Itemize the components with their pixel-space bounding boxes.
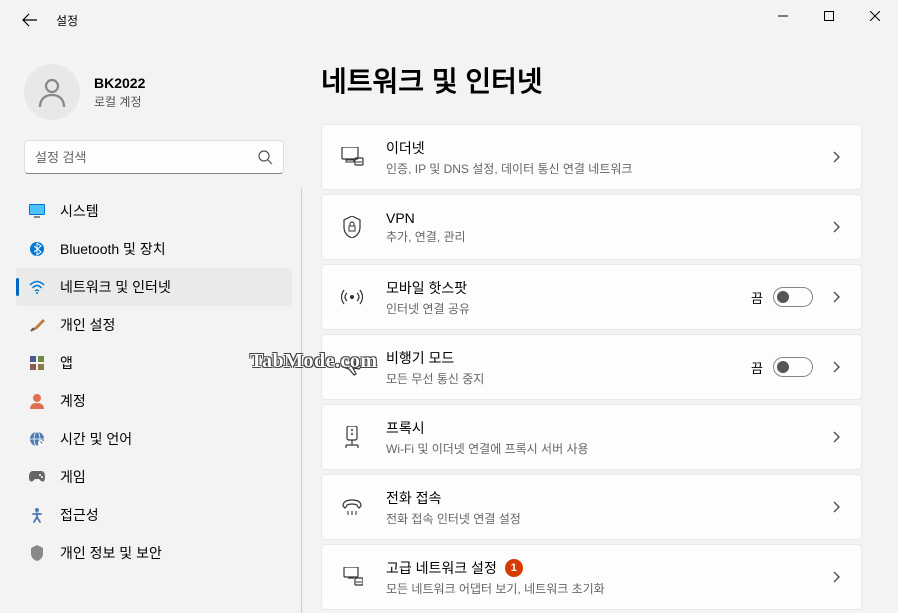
proxy-icon	[340, 425, 364, 449]
card-sub: 전화 접속 인터넷 연결 설정	[386, 510, 829, 527]
shield-icon	[28, 544, 46, 562]
toggle-state-label: 끔	[751, 358, 763, 377]
nav-label: 시스템	[60, 201, 99, 221]
nav-label: 개인 정보 및 보안	[60, 543, 162, 563]
advanced-network-icon	[340, 565, 364, 589]
profile-sub: 로컬 계정	[94, 93, 145, 110]
nav-item-system[interactable]: 시스템	[16, 192, 292, 230]
card-title: 고급 네트워크 설정 1	[386, 558, 829, 578]
card-vpn[interactable]: VPN 추가, 연결, 관리	[321, 194, 862, 260]
nav-label: 시간 및 언어	[60, 429, 132, 449]
maximize-button[interactable]	[806, 0, 852, 32]
nav-label: Bluetooth 및 장치	[60, 239, 166, 259]
wifi-icon	[28, 278, 46, 296]
card-sub: 모든 네트워크 어댑터 보기, 네트워크 초기화	[386, 580, 829, 597]
card-hotspot[interactable]: 모바일 핫스팟 인터넷 연결 공유 끔	[321, 264, 862, 330]
badge: 1	[505, 559, 523, 577]
nav: 시스템 Bluetooth 및 장치 네트워크 및 인터넷 개인 설정 앱 계정	[8, 192, 300, 572]
person-icon	[34, 74, 70, 110]
nav-item-privacy[interactable]: 개인 정보 및 보안	[16, 534, 292, 572]
gamepad-icon	[28, 468, 46, 486]
chevron-right-icon	[829, 150, 843, 164]
card-airplane[interactable]: 비행기 모드 모든 무선 통신 중지 끔	[321, 334, 862, 400]
card-dialup[interactable]: 전화 접속 전화 접속 인터넷 연결 설정	[321, 474, 862, 540]
search-input[interactable]	[35, 150, 257, 165]
nav-item-apps[interactable]: 앱	[16, 344, 292, 382]
chevron-right-icon	[829, 430, 843, 444]
chevron-right-icon	[829, 500, 843, 514]
minimize-button[interactable]	[760, 0, 806, 32]
titlebar: 설정	[0, 0, 898, 40]
card-title: 모바일 핫스팟	[386, 278, 751, 298]
maximize-icon	[824, 11, 834, 21]
chevron-right-icon	[829, 220, 843, 234]
nav-item-time-language[interactable]: 시간 및 언어	[16, 420, 292, 458]
search-icon	[257, 149, 273, 165]
back-button[interactable]	[12, 2, 48, 38]
airplane-toggle[interactable]	[773, 357, 813, 377]
card-ethernet[interactable]: 이더넷 인증, IP 및 DNS 설정, 데이터 통신 연결 네트워크	[321, 124, 862, 190]
minimize-icon	[778, 11, 788, 21]
bluetooth-icon	[28, 240, 46, 258]
nav-label: 게임	[60, 467, 86, 487]
phone-icon	[340, 495, 364, 519]
toggle-state-label: 끔	[751, 288, 763, 307]
vpn-shield-icon	[340, 215, 364, 239]
avatar	[24, 64, 80, 120]
card-title: 전화 접속	[386, 488, 829, 508]
profile-section[interactable]: BK2022 로컬 계정	[8, 48, 300, 140]
chevron-right-icon	[829, 360, 843, 374]
card-proxy[interactable]: 프록시 Wi-Fi 및 이더넷 연결에 프록시 서버 사용	[321, 404, 862, 470]
account-icon	[28, 392, 46, 410]
card-title: VPN	[386, 210, 829, 226]
chevron-right-icon	[829, 570, 843, 584]
accessibility-icon	[28, 506, 46, 524]
brush-icon	[28, 316, 46, 334]
window-controls	[760, 0, 898, 32]
main-content: 네트워크 및 인터넷 이더넷 인증, IP 및 DNS 설정, 데이터 통신 연…	[300, 40, 898, 613]
card-sub: 인증, IP 및 DNS 설정, 데이터 통신 연결 네트워크	[386, 160, 829, 177]
monitor-icon	[28, 202, 46, 220]
profile-name: BK2022	[94, 75, 145, 91]
app-title: 설정	[56, 12, 78, 29]
card-title: 프록시	[386, 418, 829, 438]
nav-label: 계정	[60, 391, 86, 411]
chevron-right-icon	[829, 290, 843, 304]
nav-item-accounts[interactable]: 계정	[16, 382, 292, 420]
close-icon	[870, 11, 880, 21]
card-title: 비행기 모드	[386, 348, 751, 368]
nav-item-gaming[interactable]: 게임	[16, 458, 292, 496]
nav-item-network[interactable]: 네트워크 및 인터넷	[16, 268, 292, 306]
page-title: 네트워크 및 인터넷	[321, 60, 862, 100]
card-sub: 추가, 연결, 관리	[386, 228, 829, 245]
ethernet-icon	[340, 145, 364, 169]
nav-label: 접근성	[60, 505, 99, 525]
card-sub: 인터넷 연결 공유	[386, 300, 751, 317]
sidebar: BK2022 로컬 계정 시스템 Bluetooth 및 장치 네트워크 및 인…	[0, 40, 300, 613]
nav-item-personalization[interactable]: 개인 설정	[16, 306, 292, 344]
hotspot-toggle[interactable]	[773, 287, 813, 307]
nav-item-bluetooth[interactable]: Bluetooth 및 장치	[16, 230, 292, 268]
card-title: 이더넷	[386, 138, 829, 158]
nav-item-accessibility[interactable]: 접근성	[16, 496, 292, 534]
card-sub: Wi-Fi 및 이더넷 연결에 프록시 서버 사용	[386, 440, 829, 457]
apps-icon	[28, 354, 46, 372]
airplane-icon	[340, 355, 364, 379]
card-sub: 모든 무선 통신 중지	[386, 370, 751, 387]
hotspot-icon	[340, 285, 364, 309]
back-arrow-icon	[22, 12, 38, 28]
nav-label: 개인 설정	[60, 315, 115, 335]
card-advanced-network[interactable]: 고급 네트워크 설정 1 모든 네트워크 어댑터 보기, 네트워크 초기화	[321, 544, 862, 610]
search-box[interactable]	[24, 140, 284, 174]
globe-icon	[28, 430, 46, 448]
nav-label: 앱	[60, 353, 73, 373]
close-button[interactable]	[852, 0, 898, 32]
nav-label: 네트워크 및 인터넷	[60, 277, 171, 297]
